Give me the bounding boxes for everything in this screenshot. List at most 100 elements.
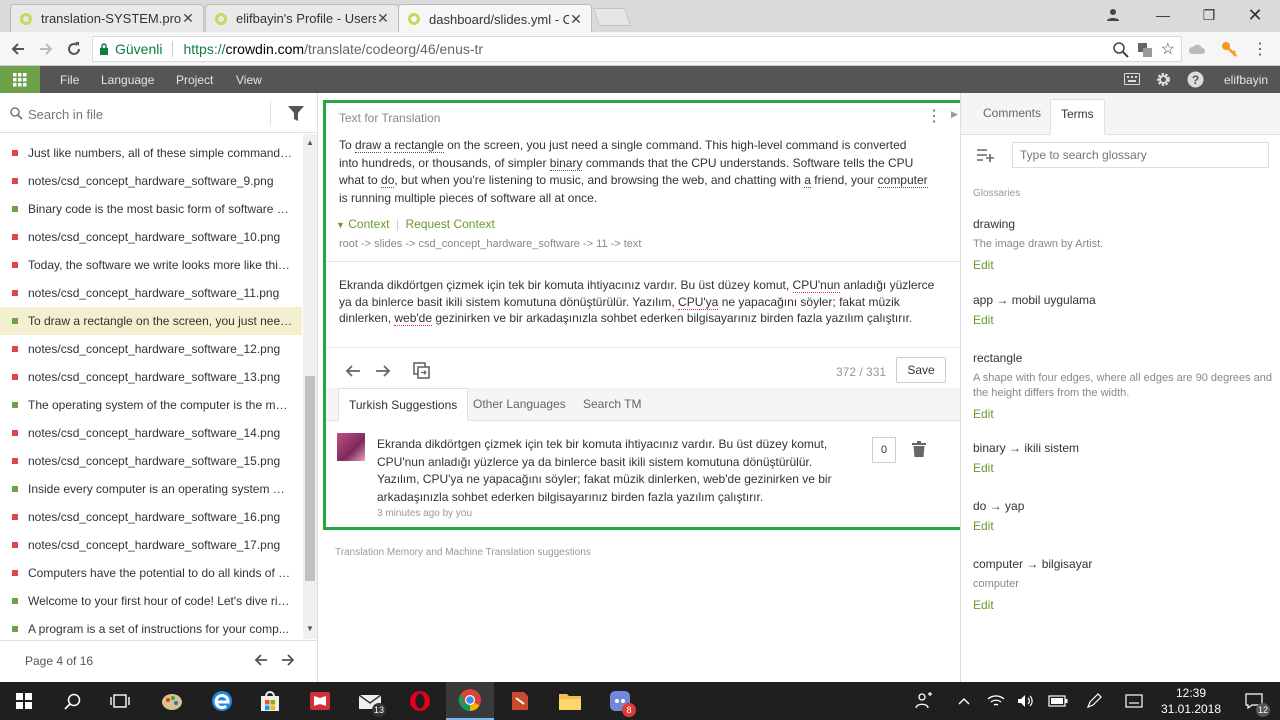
request-context-link[interactable]: Request Context — [405, 217, 494, 231]
close-window-icon[interactable]: ✕ — [1232, 0, 1278, 30]
menu-file[interactable]: File — [60, 73, 79, 87]
string-row[interactable]: To draw a rectangle on the screen, you j… — [0, 307, 302, 335]
string-row[interactable]: The operating system of the computer is … — [0, 391, 302, 419]
string-row[interactable]: notes/csd_concept_hardware_software_11.p… — [0, 279, 302, 307]
glossary-term[interactable]: web'de — [394, 311, 432, 326]
trash-icon[interactable] — [912, 441, 926, 457]
edit-term-link[interactable]: Edit — [973, 258, 1273, 272]
close-tab-icon[interactable]: ✕ — [569, 11, 583, 28]
apps-grid-icon[interactable] — [0, 66, 40, 93]
save-button[interactable]: Save — [896, 357, 946, 383]
translate-icon[interactable] — [1137, 42, 1153, 58]
start-windows-icon[interactable] — [0, 682, 48, 720]
string-row[interactable]: Today, the software we write looks more … — [0, 251, 302, 279]
profile-icon[interactable] — [1090, 0, 1136, 30]
term-name[interactable]: computer → bilgisayar — [973, 557, 1273, 571]
glossary-term[interactable]: draw — [355, 138, 381, 153]
menu-dots-icon[interactable]: ⋮ — [1250, 39, 1270, 59]
scrollbar[interactable]: ▲ ▼ — [303, 134, 317, 639]
collapse-arrow-icon[interactable]: ▶ — [951, 109, 958, 120]
close-tab-icon[interactable]: ✕ — [376, 10, 390, 27]
next-string-icon[interactable] — [373, 361, 393, 381]
term-name[interactable]: app → mobil uygulama — [973, 293, 1273, 307]
string-row[interactable]: Welcome to your first hour of code! Let'… — [0, 587, 302, 615]
new-tab-button[interactable] — [593, 8, 632, 26]
add-term-icon[interactable] — [977, 148, 995, 162]
glossary-term[interactable]: rectangle — [394, 138, 443, 153]
string-row[interactable]: notes/csd_concept_hardware_software_15.p… — [0, 447, 302, 475]
input-keyboard-icon[interactable] — [1110, 682, 1158, 720]
edit-term-link[interactable]: Edit — [973, 407, 1273, 421]
reader-icon[interactable] — [296, 682, 344, 720]
minimize-icon[interactable]: — — [1140, 0, 1186, 30]
term-name[interactable]: rectangle — [973, 351, 1273, 365]
edit-term-link[interactable]: Edit — [973, 598, 1273, 612]
vote-count[interactable]: 0 — [872, 437, 896, 463]
app-red-icon[interactable] — [496, 682, 544, 720]
previous-string-icon[interactable] — [343, 361, 363, 381]
opera-icon[interactable] — [396, 682, 444, 720]
help-icon[interactable]: ? — [1187, 71, 1204, 88]
string-row[interactable]: notes/csd_concept_hardware_software_13.p… — [0, 363, 302, 391]
string-row[interactable]: Just like numbers, all of these simple c… — [0, 139, 302, 167]
tab-search-tm[interactable]: Search TM — [573, 388, 651, 421]
menu-project[interactable]: Project — [176, 73, 213, 87]
glossary-term[interactable]: binary — [550, 156, 583, 171]
translation-input[interactable]: Ekranda dikdörtgen çizmek için tek bir k… — [339, 277, 939, 327]
copy-source-icon[interactable] — [412, 361, 432, 381]
close-tab-icon[interactable]: ✕ — [181, 10, 195, 27]
menu-language[interactable]: Language — [101, 73, 154, 87]
string-row[interactable]: notes/csd_concept_hardware_software_12.p… — [0, 335, 302, 363]
clock[interactable]: 12:39 31.01.2018 — [1158, 685, 1224, 717]
term-name[interactable]: drawing — [973, 217, 1273, 231]
keyboard-icon[interactable] — [1124, 73, 1140, 85]
glossary-term[interactable]: CPU'nun — [793, 278, 841, 293]
glossary-search-input[interactable] — [1012, 142, 1269, 168]
prev-page-icon[interactable] — [254, 653, 268, 667]
filter-icon[interactable] — [288, 106, 304, 122]
browser-tab-active[interactable]: dashboard/slides.yml - C ✕ — [398, 4, 592, 33]
restore-icon[interactable]: ❐ — [1186, 0, 1232, 30]
context-toggle[interactable]: Context — [348, 217, 389, 231]
tab-comments[interactable]: Comments — [973, 99, 1051, 135]
scrollbar-thumb[interactable] — [305, 376, 315, 581]
search-icon[interactable] — [48, 682, 96, 720]
string-row[interactable]: A program is a set of instructions for y… — [0, 615, 302, 643]
edit-term-link[interactable]: Edit — [973, 461, 1273, 475]
back-icon[interactable] — [8, 39, 28, 59]
zoom-icon[interactable] — [1113, 42, 1129, 58]
string-row[interactable]: Computers have the potential to do all k… — [0, 559, 302, 587]
string-row[interactable]: notes/csd_concept_hardware_software_9.pn… — [0, 167, 302, 195]
reload-icon[interactable] — [64, 39, 84, 59]
extension-key-icon[interactable] — [1220, 40, 1238, 58]
string-row[interactable]: notes/csd_concept_hardware_software_17.p… — [0, 531, 302, 559]
suggestion-text[interactable]: Ekranda dikdörtgen çizmek için tek bir k… — [377, 436, 857, 506]
menu-view[interactable]: View — [236, 73, 262, 87]
edit-term-link[interactable]: Edit — [973, 519, 1273, 533]
tab-other-languages[interactable]: Other Languages — [463, 388, 576, 421]
edit-term-link[interactable]: Edit — [973, 313, 1273, 327]
term-name[interactable]: do → yap — [973, 499, 1273, 513]
discord-icon[interactable]: 8 — [596, 682, 644, 720]
username[interactable]: elifbayin — [1224, 73, 1268, 87]
string-row[interactable]: Binary code is the most basic form of so… — [0, 195, 302, 223]
more-options-icon[interactable]: ⋮ — [926, 106, 942, 126]
mail-icon[interactable]: 13 — [346, 682, 394, 720]
search-input[interactable] — [28, 103, 258, 125]
task-view-icon[interactable] — [96, 682, 144, 720]
notifications-icon[interactable]: 12 — [1230, 682, 1278, 720]
gear-icon[interactable] — [1155, 71, 1172, 88]
extension-cloud-icon[interactable] — [1188, 40, 1206, 58]
string-row[interactable]: notes/csd_concept_hardware_software_14.p… — [0, 419, 302, 447]
term-name[interactable]: binary → ikili sistem — [973, 441, 1273, 455]
chrome-icon[interactable] — [446, 682, 494, 720]
string-row[interactable]: notes/csd_concept_hardware_software_10.p… — [0, 223, 302, 251]
forward-icon[interactable] — [36, 39, 56, 59]
glossary-term[interactable]: a — [804, 173, 811, 188]
next-page-icon[interactable] — [281, 653, 295, 667]
browser-tab[interactable]: translation-SYSTEM.prop ✕ — [10, 4, 204, 32]
file-explorer-icon[interactable] — [546, 682, 594, 720]
string-row[interactable]: notes/csd_concept_hardware_software_16.p… — [0, 503, 302, 531]
paint-icon[interactable] — [148, 682, 196, 720]
tab-turkish-suggestions[interactable]: Turkish Suggestions — [338, 388, 468, 421]
